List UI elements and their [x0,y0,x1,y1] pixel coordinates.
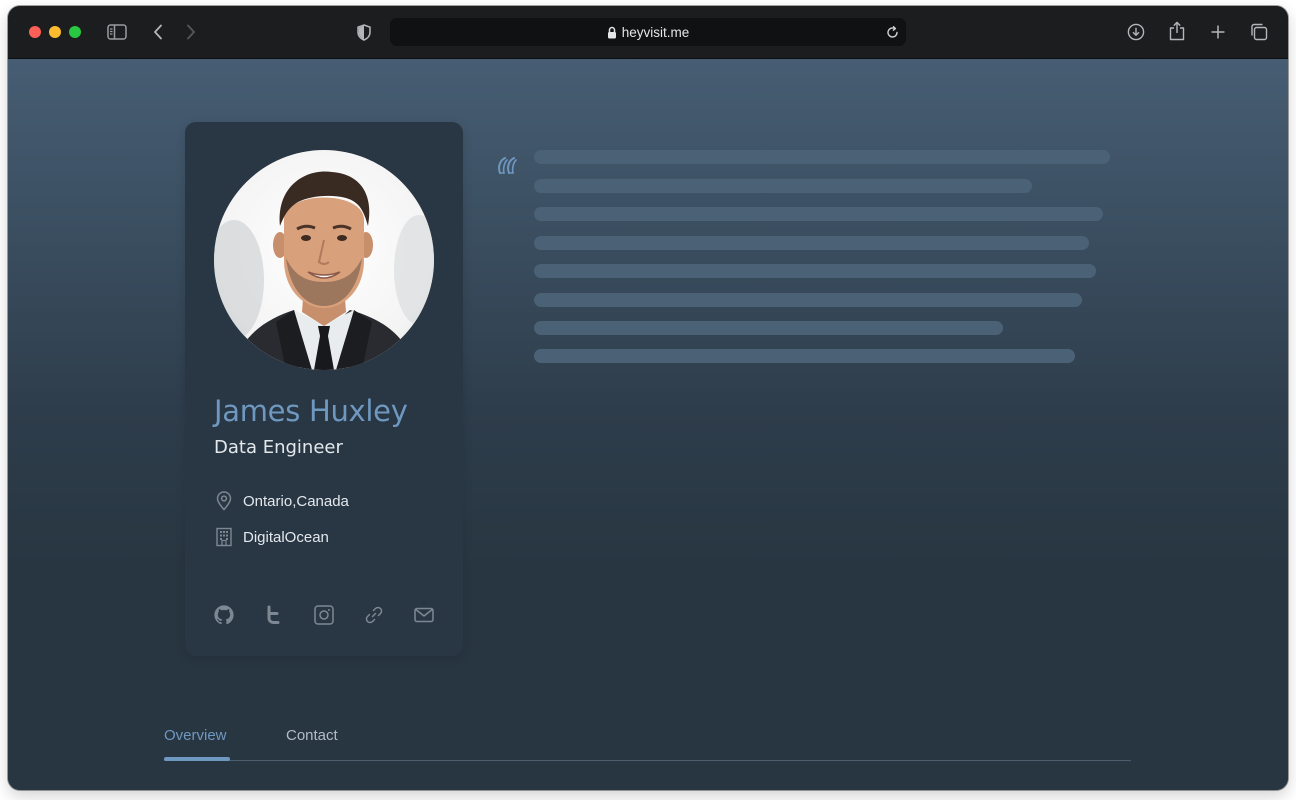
share-icon[interactable] [1167,19,1187,43]
new-tab-icon[interactable] [1209,22,1227,42]
zoom-window-button[interactable] [69,26,81,38]
bio-skeleton-line [534,150,1110,164]
url-label: heyvisit.me [621,24,690,40]
sidebar-toggle-icon[interactable] [106,22,128,42]
location-pin-icon [214,490,234,512]
quote-icon [494,155,520,177]
building-icon [214,526,234,548]
avatar [214,150,434,370]
company-row: DigitalOcean [214,526,329,548]
tab-contact[interactable]: Contact [286,727,338,744]
tab-overview[interactable]: Overview [164,727,227,744]
privacy-shield-icon[interactable] [355,22,373,42]
bio-skeleton-line [534,179,1032,193]
location-text: Ontario,Canada [243,492,349,510]
tab-overview-icon[interactable] [1249,22,1269,42]
bio-skeleton-line [534,321,1003,335]
forward-icon[interactable] [183,22,199,42]
reload-icon[interactable] [884,24,900,40]
back-icon[interactable] [150,22,166,42]
mail-icon[interactable] [413,604,435,626]
browser-toolbar: heyvisit.me [8,6,1288,59]
active-tab-indicator [164,757,230,761]
profile-card: James Huxley Data Engineer Ontario,Canad… [185,122,463,656]
bio-skeleton-line [534,349,1075,363]
link-icon[interactable] [363,604,385,626]
close-window-button[interactable] [29,26,41,38]
browser-window: heyvisit.me James Huxley Data Engineer O… [8,6,1288,790]
downloads-icon[interactable] [1126,21,1146,43]
instagram-icon[interactable] [313,604,335,626]
bio-skeleton-line [534,264,1096,278]
minimize-window-button[interactable] [49,26,61,38]
github-icon[interactable] [213,604,235,626]
address-bar[interactable]: heyvisit.me [390,18,906,46]
profile-role: Data Engineer [214,437,343,458]
location-row: Ontario,Canada [214,490,349,512]
page-content: James Huxley Data Engineer Ontario,Canad… [8,59,1288,790]
twitter-icon[interactable] [263,604,285,626]
address-bar-text: heyvisit.me [390,18,906,46]
bio-skeleton-line [534,236,1089,250]
bio-skeleton-line [534,207,1103,221]
profile-name: James Huxley [214,394,408,428]
bio-skeleton-line [534,293,1082,307]
tabs-divider [164,760,1131,761]
company-text: DigitalOcean [243,528,329,546]
lock-icon [607,26,617,39]
